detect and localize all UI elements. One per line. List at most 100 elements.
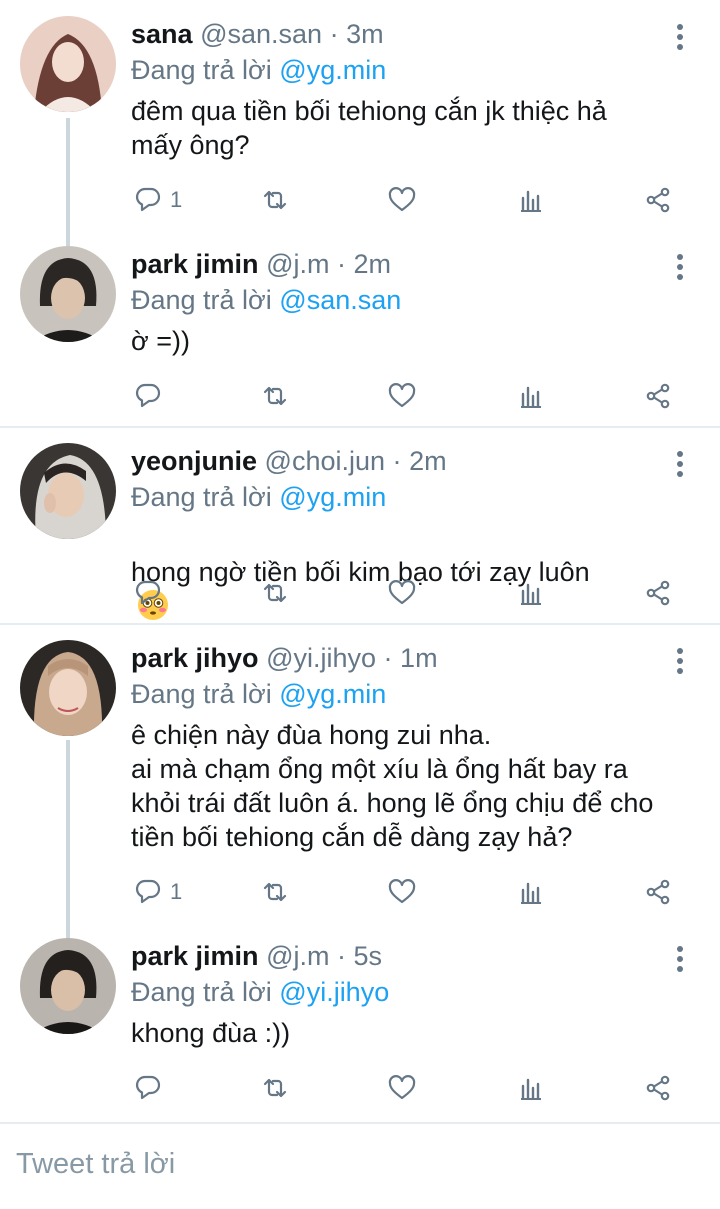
- share-button[interactable]: [644, 180, 672, 220]
- tweet-text: đêm qua tiền bối tehiong cắn jk thiệc hả…: [131, 96, 607, 160]
- timestamp: 3m: [346, 19, 384, 49]
- reply-to-link[interactable]: @yg.min: [279, 679, 386, 709]
- avatar[interactable]: [20, 938, 116, 1034]
- like-button[interactable]: [388, 180, 416, 220]
- divider: [0, 426, 720, 428]
- stats-button[interactable]: [517, 180, 545, 220]
- replying-label: Đang trả lời: [131, 679, 272, 709]
- tweet-header: sana @san.san · 3m: [131, 16, 384, 52]
- tweet[interactable]: park jimin @j.m · 2m Đang trả lời @san.s…: [0, 246, 720, 422]
- heart-icon: [388, 879, 416, 904]
- retweet-button[interactable]: [261, 180, 289, 220]
- tweet-text: khong đùa :)): [131, 1018, 291, 1048]
- avatar[interactable]: [20, 16, 116, 112]
- share-button[interactable]: [644, 872, 672, 912]
- avatar-image: [20, 640, 116, 736]
- like-button[interactable]: [388, 376, 416, 416]
- retweet-button[interactable]: [261, 1068, 289, 1108]
- tweet-header: park jimin @j.m · 5s: [131, 938, 382, 974]
- reply-button[interactable]: 1: [134, 872, 182, 912]
- display-name[interactable]: park jihyo: [131, 643, 259, 673]
- share-button[interactable]: [644, 1068, 672, 1108]
- retweet-button[interactable]: [261, 872, 289, 912]
- retweet-icon: [263, 386, 287, 406]
- reply-button[interactable]: [134, 376, 170, 416]
- reply-to-link[interactable]: @san.san: [279, 285, 401, 315]
- tweet[interactable]: sana @san.san · 3m Đang trả lời @yg.min …: [0, 16, 720, 226]
- retweet-button[interactable]: [261, 573, 289, 613]
- replying-label: Đang trả lời: [131, 482, 272, 512]
- more-options-icon[interactable]: [668, 644, 692, 678]
- stats-button[interactable]: [517, 376, 545, 416]
- avatar[interactable]: [20, 443, 116, 539]
- retweet-icon: [263, 1078, 287, 1098]
- reply-button[interactable]: [134, 573, 170, 613]
- separator-dot: ·: [383, 643, 393, 673]
- stats-button[interactable]: [517, 573, 545, 613]
- retweet-button[interactable]: [261, 376, 289, 416]
- share-button[interactable]: [644, 573, 672, 613]
- avatar[interactable]: [20, 640, 116, 736]
- tweet-header: park jihyo @yi.jihyo · 1m: [131, 640, 438, 676]
- divider: [0, 623, 720, 625]
- analytics-icon: [521, 882, 541, 904]
- display-name[interactable]: park jimin: [131, 941, 259, 971]
- replying-to: Đang trả lời @yg.min: [131, 479, 386, 515]
- avatar-image: [20, 938, 116, 1034]
- stats-button[interactable]: [517, 1068, 545, 1108]
- stats-button[interactable]: [517, 872, 545, 912]
- tweet[interactable]: yeonjunie @choi.jun · 2m Đang trả lời @y…: [0, 443, 720, 620]
- replying-to: Đang trả lời @yg.min: [131, 52, 386, 88]
- user-handle[interactable]: @san.san: [200, 19, 322, 49]
- like-button[interactable]: [388, 573, 416, 613]
- separator-dot: ·: [329, 19, 339, 49]
- reply-thread: sana @san.san · 3m Đang trả lời @yg.min …: [0, 0, 720, 1209]
- display-name[interactable]: sana: [131, 19, 193, 49]
- avatar-image: [20, 246, 116, 342]
- reply-to-link[interactable]: @yg.min: [279, 55, 386, 85]
- avatar[interactable]: [20, 246, 116, 342]
- user-handle[interactable]: @j.m: [266, 941, 329, 971]
- share-icon: [646, 1075, 670, 1101]
- heart-icon: [388, 187, 416, 212]
- timestamp: 1m: [400, 643, 438, 673]
- replying-label: Đang trả lời: [131, 977, 272, 1007]
- analytics-icon: [521, 583, 541, 605]
- tweet[interactable]: park jihyo @yi.jihyo · 1m Đang trả lời @…: [0, 640, 720, 920]
- reply-input[interactable]: [16, 1142, 696, 1186]
- user-handle[interactable]: @j.m: [266, 249, 329, 279]
- reply-to-link[interactable]: @yi.jihyo: [279, 977, 389, 1007]
- like-button[interactable]: [388, 872, 416, 912]
- more-options-icon[interactable]: [668, 20, 692, 54]
- more-options-icon[interactable]: [668, 250, 692, 284]
- reply-to-link[interactable]: @yg.min: [279, 482, 386, 512]
- reply-icon: [135, 879, 161, 904]
- tweet-text: ê chiện này đùa hong zui nha. ai mà chạm…: [131, 720, 654, 852]
- retweet-icon: [263, 190, 287, 210]
- display-name[interactable]: park jimin: [131, 249, 259, 279]
- tweet[interactable]: park jimin @j.m · 5s Đang trả lời @yi.ji…: [0, 938, 720, 1114]
- reply-count: 1: [170, 879, 183, 904]
- replying-to: Đang trả lời @san.san: [131, 282, 401, 318]
- user-handle[interactable]: @choi.jun: [265, 446, 385, 476]
- display-name[interactable]: yeonjunie: [131, 446, 257, 476]
- action-bar: [0, 376, 720, 416]
- separator-dot: ·: [392, 446, 402, 476]
- reply-button[interactable]: 1: [134, 180, 182, 220]
- share-button[interactable]: [644, 376, 672, 416]
- reply-button[interactable]: [134, 1068, 170, 1108]
- heart-icon: [388, 580, 416, 605]
- more-options-icon[interactable]: [668, 447, 692, 481]
- like-button[interactable]: [388, 1068, 416, 1108]
- retweet-icon: [263, 583, 287, 603]
- reply-icon: [135, 1075, 161, 1100]
- action-bar: [0, 573, 720, 613]
- separator-dot: ·: [336, 249, 346, 279]
- tweet-header: park jimin @j.m · 2m: [131, 246, 391, 282]
- replying-to: Đang trả lời @yi.jihyo: [131, 974, 389, 1010]
- tweet-header: yeonjunie @choi.jun · 2m: [131, 443, 447, 479]
- user-handle[interactable]: @yi.jihyo: [266, 643, 376, 673]
- action-bar: [0, 1068, 720, 1108]
- more-options-icon[interactable]: [668, 942, 692, 976]
- share-icon: [646, 383, 670, 409]
